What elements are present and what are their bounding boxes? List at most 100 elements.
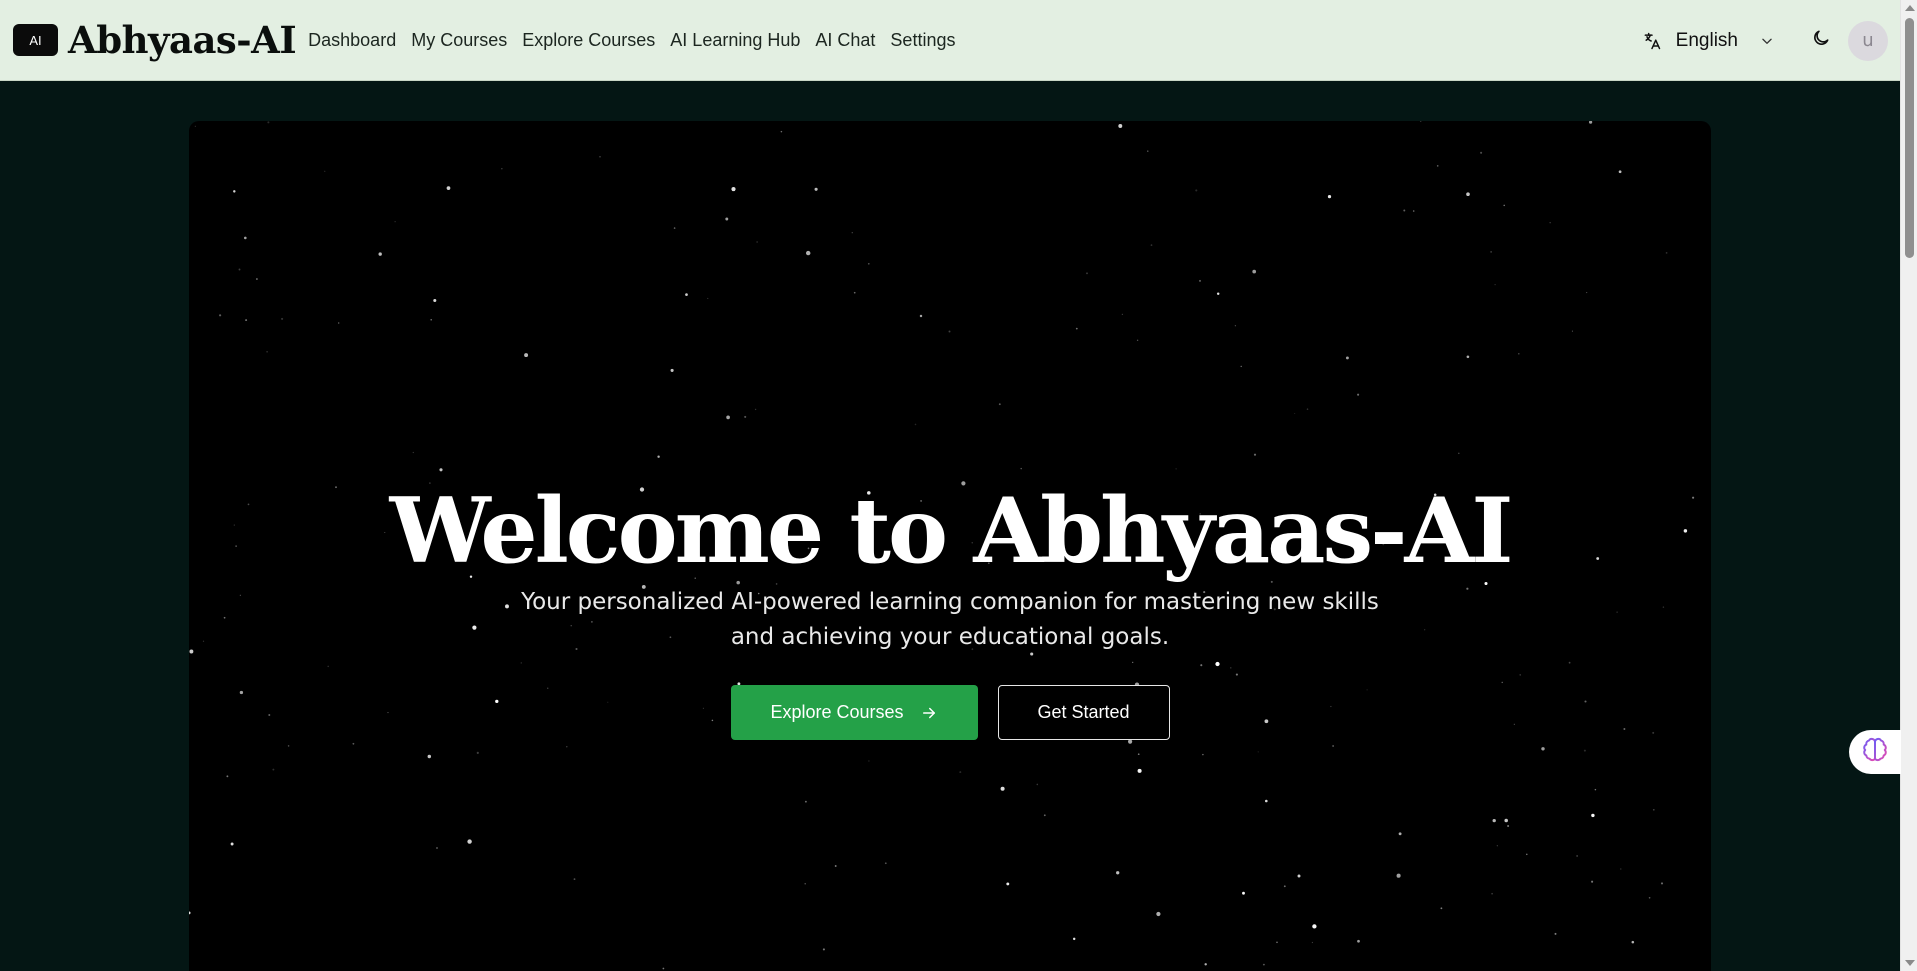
star — [1137, 753, 1140, 756]
star — [412, 451, 414, 454]
star — [1175, 468, 1177, 470]
star — [1345, 356, 1349, 360]
get-started-button[interactable]: Get Started — [997, 685, 1170, 740]
arrow-right-icon — [920, 704, 938, 722]
star — [194, 125, 196, 127]
star — [1332, 745, 1334, 747]
star — [233, 190, 236, 193]
star — [1589, 121, 1593, 124]
star — [1503, 204, 1505, 207]
star — [851, 232, 853, 234]
star — [1591, 813, 1595, 818]
ai-assistant-button[interactable] — [1849, 730, 1901, 774]
nav-my-courses[interactable]: My Courses — [411, 30, 507, 51]
star — [272, 768, 275, 771]
star — [814, 187, 818, 191]
star — [1006, 882, 1010, 886]
star — [1000, 786, 1005, 791]
star — [1072, 937, 1076, 941]
star — [230, 842, 234, 846]
brand-name[interactable]: Abhyaas-AI — [68, 18, 297, 62]
star — [867, 262, 870, 265]
star — [725, 217, 729, 221]
logo-badge-text: AI — [29, 32, 42, 48]
star — [238, 268, 241, 271]
star — [1240, 365, 1242, 368]
star — [1136, 339, 1139, 342]
star — [1665, 252, 1668, 254]
nav-ai-learning-hub[interactable]: AI Learning Hub — [670, 30, 800, 51]
star — [1043, 814, 1046, 817]
star — [670, 368, 674, 372]
star — [1419, 121, 1422, 122]
star — [685, 293, 688, 296]
star — [662, 967, 665, 970]
star — [1571, 330, 1573, 332]
scroll-thumb[interactable] — [1905, 18, 1914, 258]
star — [1458, 452, 1460, 455]
page-scrollbar[interactable] — [1900, 0, 1917, 971]
hero-section: Welcome to Abhyaas-AI Your personalized … — [189, 121, 1711, 971]
star — [436, 847, 438, 849]
star — [287, 745, 290, 747]
star — [566, 746, 568, 748]
star — [1204, 963, 1207, 966]
star — [1147, 150, 1149, 152]
explore-courses-label: Explore Courses — [770, 702, 904, 722]
user-avatar[interactable]: u — [1848, 20, 1888, 61]
explore-courses-button[interactable]: Explore Courses — [730, 685, 978, 740]
star — [1253, 453, 1257, 456]
star — [1234, 325, 1237, 327]
star — [1398, 832, 1402, 836]
logo-badge[interactable]: AI — [13, 24, 58, 56]
star — [1202, 753, 1204, 756]
star — [476, 751, 479, 754]
star — [853, 291, 856, 294]
star — [1490, 251, 1492, 253]
star — [338, 322, 340, 324]
star — [378, 252, 382, 256]
star — [1116, 871, 1120, 875]
star — [1128, 739, 1133, 744]
star — [1264, 799, 1268, 803]
star — [1252, 269, 1257, 274]
star — [919, 314, 923, 318]
star — [959, 771, 962, 774]
star — [744, 415, 747, 418]
nav-explore-courses[interactable]: Explore Courses — [522, 30, 655, 51]
star — [599, 155, 601, 158]
scroll-up-arrow[interactable] — [1905, 5, 1915, 11]
star — [1491, 892, 1493, 895]
theme-toggle-button[interactable] — [1808, 28, 1834, 54]
star — [673, 227, 676, 229]
star — [1466, 355, 1470, 359]
scroll-down-arrow[interactable] — [1905, 960, 1915, 966]
star — [1276, 941, 1278, 944]
star — [1660, 882, 1664, 885]
chevron-down-icon — [1760, 34, 1774, 48]
star — [1357, 939, 1360, 943]
moon-icon — [1811, 28, 1831, 53]
language-label: English — [1675, 29, 1738, 51]
star — [1620, 868, 1622, 870]
star — [914, 423, 917, 426]
star — [1496, 845, 1498, 847]
star — [731, 187, 736, 192]
avatar-initial: u — [1862, 30, 1874, 51]
star — [1311, 941, 1314, 944]
hero-subtitle: Your personalized AI-powered learning co… — [521, 589, 1379, 650]
star — [822, 948, 825, 951]
star — [1549, 222, 1551, 224]
nav-settings[interactable]: Settings — [890, 30, 955, 51]
star — [1591, 880, 1594, 883]
star — [1494, 284, 1496, 286]
nav-dashboard[interactable]: Dashboard — [308, 30, 396, 51]
language-selector[interactable]: English — [1642, 21, 1774, 61]
star — [394, 221, 396, 223]
star — [1631, 940, 1635, 944]
nav-ai-chat[interactable]: AI Chat — [815, 30, 875, 51]
star — [1198, 279, 1202, 282]
star — [1466, 192, 1470, 197]
star — [1594, 788, 1597, 791]
star — [446, 186, 451, 190]
